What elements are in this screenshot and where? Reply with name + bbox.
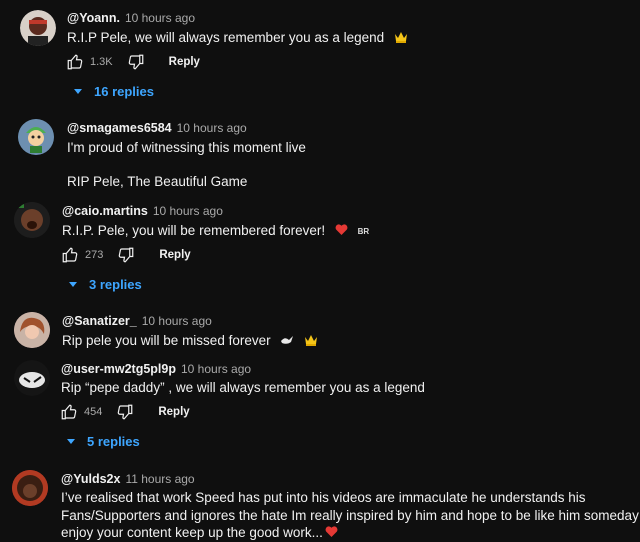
crown-icon: [304, 333, 318, 350]
dislike-icon[interactable]: [116, 403, 134, 421]
comment-author[interactable]: @caio.martins 10 hours ago: [62, 204, 223, 218]
like-icon[interactable]: [60, 403, 78, 421]
view-replies-button[interactable]: 5 replies: [67, 434, 140, 449]
comment-time[interactable]: 10 hours ago: [125, 11, 195, 25]
comment-time[interactable]: 10 hours ago: [153, 204, 223, 218]
comment-time[interactable]: 11 hours ago: [125, 472, 194, 486]
view-replies-button[interactable]: 3 replies: [69, 277, 142, 292]
comment-line: Rip pele you will be missed forever: [62, 333, 271, 348]
comment-text: R.I.P. Pele, you will be remembered fore…: [62, 222, 369, 240]
comment-actions: 273 Reply: [61, 245, 191, 265]
reply-button[interactable]: Reply: [169, 56, 200, 68]
comment-time[interactable]: 10 hours ago: [177, 121, 247, 135]
comment-author[interactable]: @smagames6584 10 hours ago: [67, 121, 247, 135]
replies-count: 16 replies: [94, 84, 154, 99]
comment-line: R.I.P. Pele, you will be remembered fore…: [62, 223, 326, 238]
avatar[interactable]: [14, 202, 50, 238]
author-name[interactable]: @Yulds2x: [61, 472, 120, 486]
crown-icon: [394, 30, 408, 47]
view-replies-button[interactable]: 16 replies: [74, 84, 154, 99]
like-icon[interactable]: [66, 53, 84, 71]
replies-count: 5 replies: [87, 434, 140, 449]
comment-line: RIP Pele, The Beautiful Game: [67, 174, 248, 189]
dove-icon: [280, 333, 294, 350]
author-name[interactable]: @Sanatizer_: [62, 314, 137, 328]
chevron-down-icon: [69, 282, 77, 287]
comment-author[interactable]: @Yulds2x 11 hours ago: [61, 472, 195, 486]
like-count: 1.3K: [90, 56, 113, 68]
chevron-down-icon: [74, 89, 82, 94]
avatar[interactable]: [20, 10, 56, 46]
heart-icon: [335, 223, 348, 240]
comment-line: Fans/Supporters and ignores the hate Im …: [61, 508, 640, 523]
author-name[interactable]: @user-mw2tg5pl9p: [61, 362, 176, 376]
author-name[interactable]: @Yoann.: [67, 11, 120, 25]
comment-text: enjoy your content keep up the good work…: [61, 524, 338, 542]
comment-actions: 454 Reply: [60, 402, 190, 422]
reply-button[interactable]: Reply: [159, 249, 190, 261]
comment-text: Rip pele you will be missed forever: [62, 332, 318, 350]
comment-line: R.I.P Pele, we will always remember you …: [67, 30, 385, 45]
chevron-down-icon: [67, 439, 75, 444]
comment-line: Rip “pepe daddy” , we will always rememb…: [61, 380, 425, 395]
avatar[interactable]: [12, 470, 48, 506]
like-count: 273: [85, 249, 104, 261]
dislike-icon[interactable]: [117, 246, 135, 264]
comment-actions: 1.3K Reply: [66, 52, 200, 72]
avatar[interactable]: [18, 119, 54, 155]
replies-count: 3 replies: [89, 277, 142, 292]
comment-line: I'm proud of witnessing this moment live: [67, 140, 306, 155]
author-name[interactable]: @smagames6584: [67, 121, 172, 135]
flag-icon: BR: [357, 226, 370, 236]
comment-author[interactable]: @Yoann. 10 hours ago: [67, 11, 195, 25]
heart-icon: [325, 525, 338, 542]
avatar[interactable]: [14, 360, 50, 396]
comment-author[interactable]: @user-mw2tg5pl9p 10 hours ago: [61, 362, 251, 376]
comment-time[interactable]: 10 hours ago: [181, 362, 251, 376]
comment-text: R.I.P Pele, we will always remember you …: [67, 29, 408, 47]
avatar[interactable]: [14, 312, 50, 348]
like-icon[interactable]: [61, 246, 79, 264]
like-count: 454: [84, 406, 103, 418]
dislike-icon[interactable]: [127, 53, 145, 71]
comment-line: I’ve realised that work Speed has put in…: [61, 490, 586, 505]
author-name[interactable]: @caio.martins: [62, 204, 148, 218]
reply-button[interactable]: Reply: [158, 406, 189, 418]
comment-time[interactable]: 10 hours ago: [142, 314, 212, 328]
comment-author[interactable]: @Sanatizer_ 10 hours ago: [62, 314, 212, 328]
